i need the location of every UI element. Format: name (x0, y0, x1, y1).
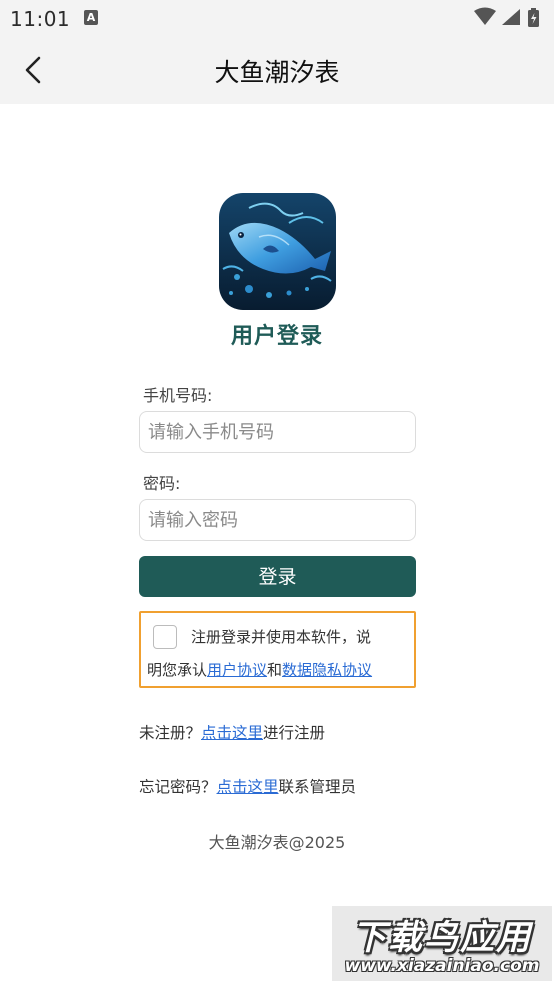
cellular-signal-icon (502, 9, 520, 25)
agreement-checkbox[interactable] (153, 625, 177, 649)
status-icons (474, 7, 539, 27)
footer-copyright: 大鱼潮汐表@2025 (208, 833, 346, 852)
register-link[interactable]: 点击这里 (201, 724, 263, 742)
wifi-icon (474, 7, 496, 25)
battery-charging-icon (528, 8, 539, 27)
agreement-text-line2: 明您承认用户协议和数据隐私协议 (147, 659, 372, 680)
forgot-password-link[interactable]: 点击这里 (217, 778, 279, 796)
status-bar: 11:01 A (0, 0, 554, 36)
login-heading: 用户登录 (230, 324, 323, 349)
forgot-password-row: 忘记密码？点击这里联系管理员 (139, 775, 356, 797)
forgot-prefix: 忘记密码？ (139, 778, 217, 796)
agreement-conjunction: 和 (267, 661, 283, 679)
password-input[interactable] (139, 499, 416, 541)
login-button[interactable]: 登录 (139, 556, 416, 597)
app-logo (219, 193, 336, 310)
phone-label: 手机号码: (143, 386, 213, 405)
phone-input[interactable] (139, 411, 416, 453)
fish-app-logo-icon (219, 193, 336, 310)
agreement-box: 注册登录并使用本软件，说 明您承认用户协议和数据隐私协议 (139, 611, 416, 688)
watermark-title: 下载鸟应用 (352, 918, 532, 958)
register-row: 未注册？点击这里进行注册 (139, 721, 325, 743)
watermark-url: www.xiazainiao.com (344, 956, 540, 976)
watermark: 下载鸟应用 www.xiazainiao.com (332, 906, 552, 981)
user-agreement-link[interactable]: 用户协议 (207, 661, 267, 679)
privacy-policy-link[interactable]: 数据隐私协议 (282, 661, 372, 679)
status-time: 11:01 (10, 7, 71, 31)
password-label: 密码: (143, 474, 181, 493)
register-suffix: 进行注册 (263, 724, 326, 742)
page-title: 大鱼潮汐表 (214, 58, 340, 87)
agreement-text-line1: 注册登录并使用本软件，说 (191, 628, 372, 646)
agreement-prefix: 明您承认 (147, 661, 208, 679)
register-prefix: 未注册？ (139, 724, 202, 742)
forgot-suffix: 联系管理员 (278, 778, 357, 796)
title-bar: 大鱼潮汐表 (0, 36, 554, 104)
notification-icon: A (84, 10, 98, 25)
